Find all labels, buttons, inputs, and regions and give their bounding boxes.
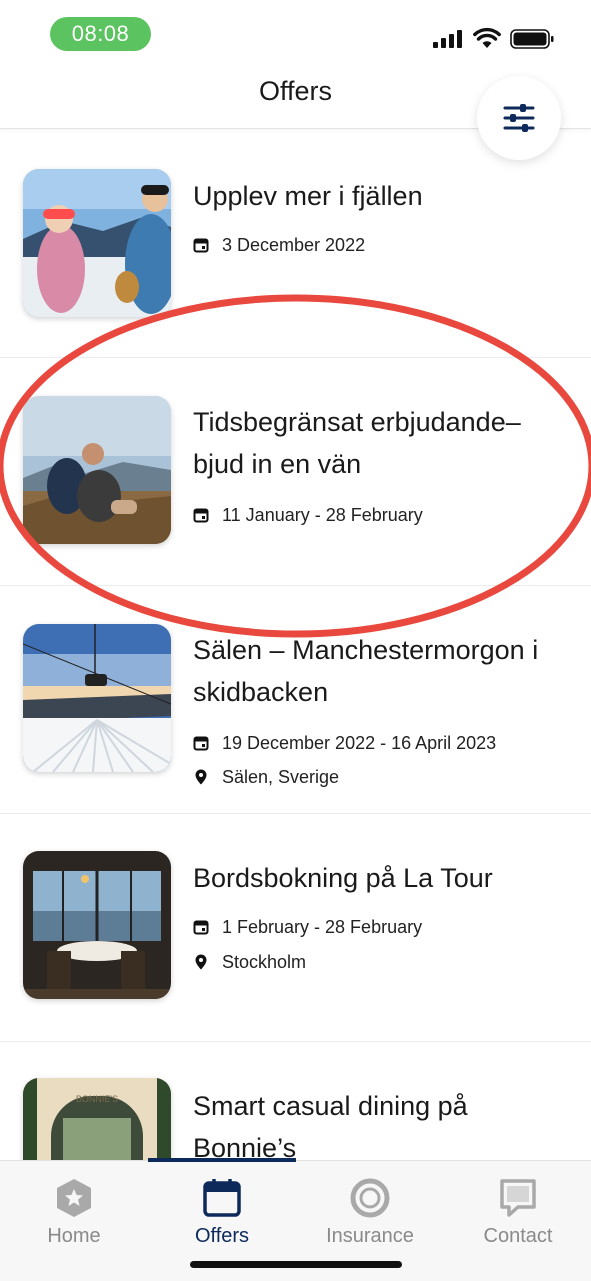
filter-sliders-icon (503, 104, 535, 132)
offer-thumbnail (23, 169, 171, 317)
offer-item[interactable]: Bordsbokning på La Tour 1 February - 28 … (0, 813, 591, 1042)
cellular-signal-icon (433, 30, 462, 48)
calendar-icon (193, 508, 209, 523)
location-pin-icon (195, 954, 207, 970)
offer-thumbnail (23, 851, 171, 999)
battery-icon (510, 29, 554, 49)
tab-offers-label: Offers (194, 1225, 250, 1247)
status-time: 08:08 (50, 17, 151, 51)
offer-date-text: 1 February - 28 February (222, 916, 423, 937)
lifebuoy-icon (350, 1178, 390, 1218)
tab-home[interactable]: Home (0, 1161, 148, 1261)
offer-title: Tidsbegränsat erbjudande– bjud in en vän (193, 407, 521, 479)
tab-insurance[interactable]: Insurance (296, 1161, 444, 1261)
filter-button[interactable] (477, 76, 561, 160)
offer-date-text: 11 January - 28 February (222, 504, 423, 525)
tab-contact-label: Contact (483, 1225, 553, 1247)
calendar-icon (193, 736, 209, 751)
tab-home-label: Home (47, 1225, 101, 1247)
offer-thumbnail (23, 624, 171, 772)
location-pin-icon (195, 769, 207, 785)
tab-contact[interactable]: Contact (444, 1161, 591, 1261)
offer-item[interactable]: Upplev mer i fjällen 3 December 2022 (0, 129, 591, 358)
offer-date: 1 February - 28 February (193, 915, 422, 939)
offer-date: 11 January - 28 February (193, 503, 423, 527)
calendar-icon (193, 920, 209, 935)
svg-text:BONNIE'S: BONNIE'S (76, 1094, 118, 1104)
offer-date-text: 19 December 2022 - 16 April 2023 (222, 732, 497, 753)
calendar-icon (193, 238, 209, 253)
offer-title: Upplev mer i fjällen (193, 181, 423, 211)
tab-insurance-label: Insurance (326, 1225, 414, 1247)
offer-item[interactable]: Tidsbegränsat erbjudande– bjud in en vän… (0, 357, 591, 586)
offer-location-text: Stockholm (222, 951, 307, 972)
tab-bar: Home Offers Insurance Contact (0, 1158, 591, 1281)
offer-date-text: 3 December 2022 (222, 234, 366, 255)
wifi-icon (473, 27, 501, 48)
offer-title: Sälen – Manchestermorgon i skidbacken (193, 635, 539, 707)
offer-title: Smart casual dining på Bonnie’s (193, 1091, 468, 1163)
offer-date: 3 December 2022 (193, 233, 365, 257)
home-indicator (190, 1261, 402, 1268)
offer-date: 19 December 2022 - 16 April 2023 (193, 731, 496, 755)
offer-thumbnail (23, 396, 171, 544)
offer-location: Stockholm (193, 950, 306, 974)
shield-star-icon (57, 1179, 91, 1217)
tab-offers[interactable]: Offers (148, 1161, 296, 1261)
status-bar: 08:08 (0, 0, 591, 62)
calendar-icon (203, 1179, 241, 1217)
offer-location-text: Sälen, Sverige (222, 766, 340, 787)
offer-item[interactable]: Sälen – Manchestermorgon i skidbacken 19… (0, 585, 591, 814)
offer-location: Sälen, Sverige (193, 765, 339, 789)
offer-title: Bordsbokning på La Tour (193, 863, 493, 893)
chat-bubble-icon (500, 1179, 536, 1217)
